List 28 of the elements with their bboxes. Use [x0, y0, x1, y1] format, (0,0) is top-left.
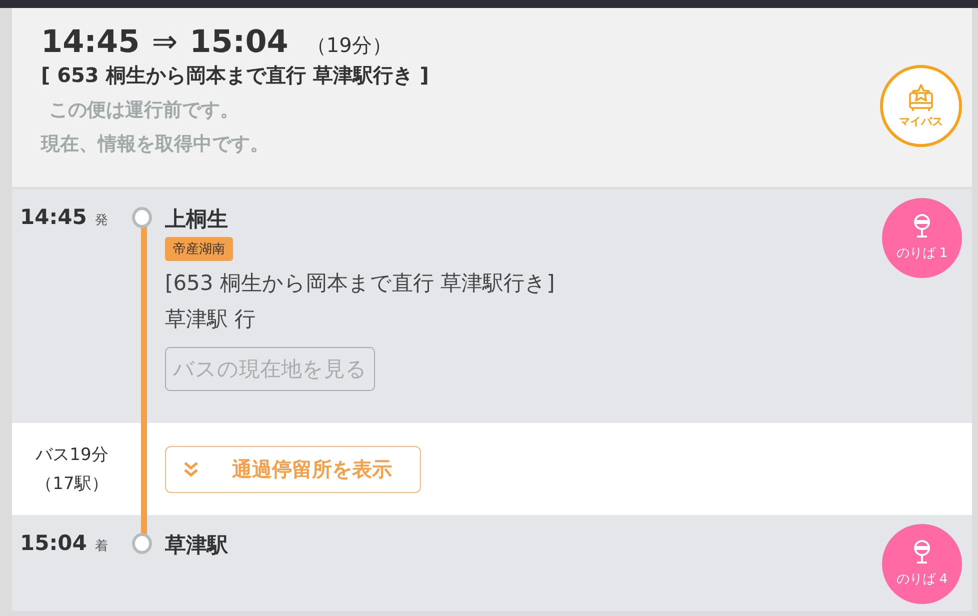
duration-text: （19分）: [306, 32, 392, 59]
stop-time: 15:04: [20, 531, 87, 555]
arrow-text: ⇒: [152, 24, 178, 60]
stop-node: [132, 207, 152, 228]
bus-stop-icon: [912, 214, 932, 238]
departure-time: 14:45: [41, 24, 140, 60]
platform-badge: のりば 1: [882, 198, 962, 278]
mybus-button[interactable]: マイバス: [880, 65, 962, 147]
route-title: [ 653 桐生から岡本まで直行 草津駅行き ]: [41, 62, 429, 89]
destination-text: 草津駅 行: [165, 306, 257, 333]
stop-name: 上桐生: [165, 206, 229, 233]
time-kind-label: 着: [94, 538, 108, 555]
bus-stop-icon: [912, 540, 932, 564]
status-text: 現在、情報を取得中です。: [41, 132, 270, 157]
bus-star-icon: [906, 84, 936, 112]
route-text: [653 桐生から岡本まで直行 草津駅行き]: [165, 270, 556, 297]
platform-badge: のりば 4: [882, 524, 962, 604]
show-stops-button[interactable]: 通過停留所を表示: [165, 446, 421, 492]
status-text: この便は運行前です。: [48, 98, 240, 123]
stop-node: [132, 533, 152, 554]
stop-time: 14:45: [20, 205, 87, 229]
chevron-icon: [182, 460, 200, 478]
time-kind-label: 発: [94, 212, 108, 229]
arrival-time: 15:04: [190, 24, 288, 60]
stop-count: （17駅）: [36, 473, 108, 495]
operator-tag: 帝産湖南: [165, 237, 233, 261]
ride-duration: バス19分: [36, 444, 108, 466]
stop-name: 草津駅: [165, 532, 230, 559]
